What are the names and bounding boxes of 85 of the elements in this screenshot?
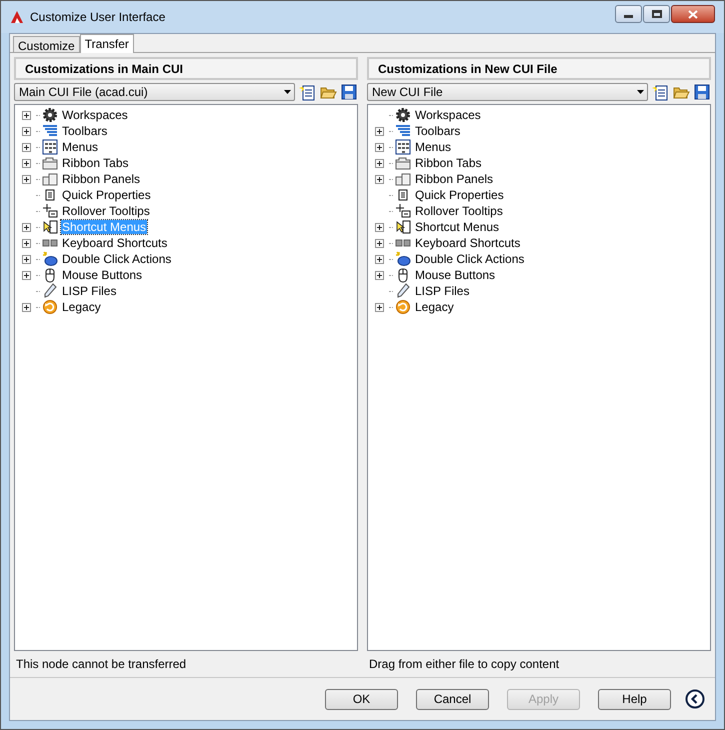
tree-item[interactable]: Ribbon Panels [414,172,494,186]
file-dropdown[interactable]: Main CUI File (acad.cui) [14,83,295,101]
tab[interactable]: Transfer [80,34,134,53]
mouse-spark-icon [395,251,411,267]
maximize-button[interactable] [643,5,670,23]
new-file-icon[interactable] [651,83,669,101]
expand-plus-icon[interactable] [375,174,384,184]
panels-icon [395,171,411,187]
gear-icon [395,107,411,123]
pen-icon [42,283,58,299]
expand-plus-icon[interactable] [22,254,31,264]
tree-item[interactable]: Menus [61,140,100,154]
tree-item[interactable]: Mouse Buttons [61,268,144,282]
expand-plus-icon[interactable] [375,142,384,152]
expand-plus-icon[interactable] [22,238,31,248]
tree-item[interactable]: Toolbars [414,124,462,138]
tree-item[interactable]: Mouse Buttons [414,268,496,282]
cursor-menu-icon [42,219,58,235]
tree-item[interactable]: Rollover Tooltips [61,204,151,218]
tree-item[interactable]: Workspaces [414,108,482,122]
crosshair-tooltip-icon [395,203,411,219]
tree-item[interactable]: Workspaces [61,108,129,122]
tree-item[interactable]: Quick Properties [61,188,152,202]
gear-icon [42,107,58,123]
tab[interactable]: Customize [13,36,80,52]
save-icon[interactable] [340,83,358,101]
tab-folder-icon [395,155,411,171]
stacked-lines-icon [42,123,58,139]
file-dropdown[interactable]: New CUI File [367,83,648,101]
app-logo-icon [10,10,24,24]
tree-item[interactable]: LISP Files [414,284,470,298]
expand-plus-icon[interactable] [22,142,31,152]
tree-item[interactable]: Ribbon Tabs [414,156,482,170]
expand-plus-icon[interactable] [22,222,31,232]
expand-plus-icon[interactable] [22,270,31,280]
expand-plus-icon[interactable] [375,126,384,136]
panel-heading: Customizations in New CUI File [367,57,711,80]
pen-icon [395,283,411,299]
status-text: This node cannot be transferred [15,656,186,673]
tree-item[interactable]: Rollover Tooltips [414,204,504,218]
tree-item[interactable]: Double Click Actions [61,252,172,266]
panel-heading: Customizations in Main CUI [14,57,358,80]
new-file-icon[interactable] [298,83,316,101]
status-text: Drag from either file to copy content [368,656,560,673]
menu-grid-icon [395,139,411,155]
tree-item[interactable]: Legacy [61,300,102,314]
dropdown-arrow-icon [637,90,644,94]
tree-item[interactable]: Menus [414,140,452,154]
tree-item[interactable]: Legacy [414,300,455,314]
expand-plus-icon[interactable] [22,302,31,312]
tree-item[interactable]: Ribbon Panels [61,172,142,186]
dropdown-arrow-icon [284,90,291,94]
panels-icon [42,171,58,187]
mouse-spark-icon [42,251,58,267]
tree-item[interactable]: Keyboard Shortcuts [61,236,168,250]
expand-plus-icon[interactable] [22,158,31,168]
cursor-menu-icon [395,219,411,235]
tree-item[interactable]: Double Click Actions [414,252,526,266]
menu-grid-icon [42,139,58,155]
tree-item[interactable]: Toolbars [61,124,108,138]
close-button[interactable] [671,5,715,23]
save-icon[interactable] [693,83,711,101]
expand-plus-icon[interactable] [22,126,31,136]
expand-plus-icon[interactable] [22,174,31,184]
dialog-button[interactable]: OK [325,688,398,710]
expand-plus-icon[interactable] [375,222,384,232]
stacked-lines-icon [395,123,411,139]
expand-plus-icon[interactable] [375,302,384,312]
minimize-button[interactable] [615,5,642,23]
tree-item[interactable]: LISP Files [61,284,118,298]
window-title: Customize User Interface [30,9,166,26]
expand-plus-icon[interactable] [375,238,384,248]
tree-item[interactable]: Shortcut Menus [414,220,500,234]
tab-folder-icon [42,155,58,171]
expand-plus-icon[interactable] [375,254,384,264]
expand-plus-icon[interactable] [22,110,31,120]
expand-plus-icon[interactable] [375,270,384,280]
tree-item[interactable]: Quick Properties [414,188,505,202]
tree-item[interactable]: Ribbon Tabs [61,156,130,170]
expand-plus-icon[interactable] [375,158,384,168]
close-icon [688,10,698,18]
dialog-button[interactable]: Help [598,688,671,710]
dialog-button[interactable]: Cancel [416,688,489,710]
crosshair-tooltip-icon [42,203,58,219]
tree-item[interactable]: Keyboard Shortcuts [414,236,522,250]
